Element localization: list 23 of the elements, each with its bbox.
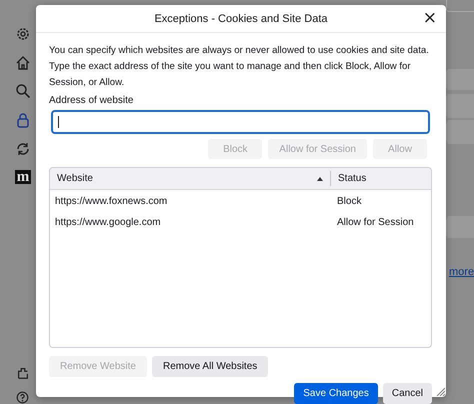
help-icon[interactable] [16, 391, 29, 404]
resize-grip-icon[interactable] [435, 386, 445, 396]
dialog-title: Exceptions - Cookies and Site Data [154, 12, 328, 24]
close-button[interactable]: × [420, 9, 440, 27]
extensions-icon[interactable] [16, 366, 30, 380]
description-text: You can specify which websites are always or never allowed to use cookies and site data. Type the exact address of the site you want to manage and then click Block, Allow for Session, or Allow. [49, 44, 430, 90]
column-header[interactable]: Website [50, 171, 331, 186]
sync-icon[interactable] [15, 140, 31, 157]
lock-icon[interactable] [15, 112, 31, 128]
address-input[interactable] [51, 110, 430, 134]
address-label: Address of website [49, 95, 134, 106]
cancel-button[interactable]: Cancel [382, 383, 432, 404]
status-cell[interactable]: Block [332, 196, 366, 207]
home-icon[interactable] [15, 54, 31, 71]
extension-logo[interactable]: m [14, 170, 32, 184]
remove-button[interactable]: Remove All Websites [152, 356, 268, 377]
status-cell[interactable]: Allow for Session [332, 217, 419, 228]
website-cell[interactable]: https://www.foxnews.com [50, 196, 332, 207]
gear-icon[interactable] [15, 26, 31, 42]
website-cell[interactable]: https://www.google.com [50, 217, 332, 228]
save-button[interactable]: Save Changes [294, 383, 378, 404]
search-icon[interactable] [15, 83, 31, 100]
column-header[interactable]: Status [331, 168, 374, 189]
